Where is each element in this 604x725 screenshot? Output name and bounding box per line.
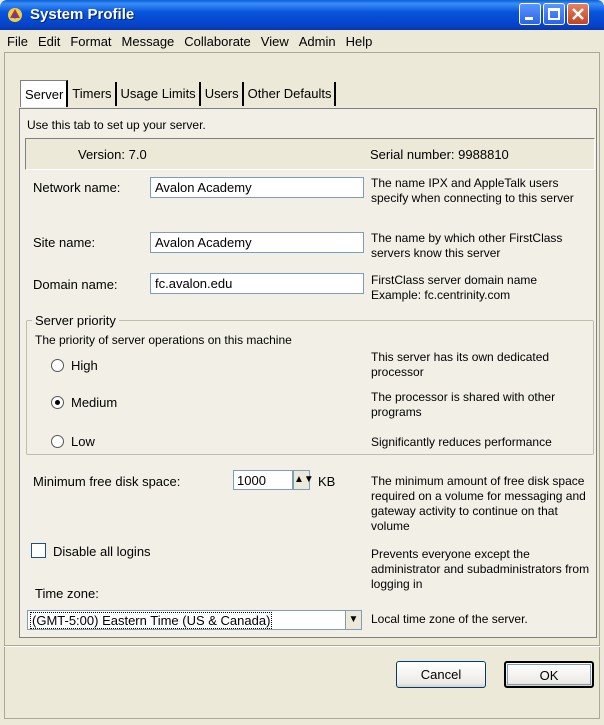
time-zone-description: Local time zone of the server. — [371, 612, 528, 626]
site-name-description: The name by which other FirstClass serve… — [371, 231, 563, 260]
tab-strip: Server Timers Usage Limits Users Other D… — [20, 80, 337, 108]
serial-info: Serial number: 9988810 — [370, 147, 509, 162]
menu-help[interactable]: Help — [341, 34, 378, 49]
chevron-down-icon[interactable]: ▼ — [345, 611, 361, 629]
close-icon — [572, 8, 584, 20]
version-value: 7.0 — [128, 147, 147, 162]
time-zone-label: Time zone: — [35, 586, 99, 601]
tab-server[interactable]: Server — [20, 80, 69, 107]
disable-logins-checkbox[interactable] — [31, 543, 46, 558]
domain-name-description: FirstClass server domain name Example: f… — [371, 273, 596, 303]
disk-space-description: The minimum amount of free disk space re… — [371, 474, 586, 533]
priority-low-label[interactable]: Low — [71, 434, 95, 449]
ok-button[interactable]: OK — [504, 661, 594, 688]
serial-value: 9988810 — [458, 147, 509, 162]
menu-message[interactable]: Message — [117, 34, 180, 49]
tab-other-defaults[interactable]: Other Defaults — [243, 82, 337, 106]
spin-arrows-icon: ▲▼ — [294, 474, 314, 485]
close-button[interactable] — [567, 3, 589, 25]
minimize-icon — [525, 17, 533, 20]
network-name-label: Network name: — [33, 180, 121, 195]
disk-space-input[interactable]: 1000 — [233, 470, 293, 490]
site-name-label: Site name: — [33, 235, 96, 250]
network-name-field[interactable]: Avalon Academy — [150, 177, 364, 198]
menu-view[interactable]: View — [256, 34, 294, 49]
tab-timers[interactable]: Timers — [68, 82, 117, 106]
app-icon — [8, 8, 22, 22]
menu-admin[interactable]: Admin — [294, 34, 341, 49]
menu-file[interactable]: File — [2, 34, 33, 49]
priority-medium-radio[interactable] — [51, 396, 64, 409]
maximize-button[interactable] — [543, 3, 565, 25]
tab-usage-limits[interactable]: Usage Limits — [116, 82, 201, 106]
cancel-button[interactable]: Cancel — [396, 661, 486, 688]
menu-collaborate[interactable]: Collaborate — [179, 34, 256, 49]
minimize-button[interactable] — [519, 3, 541, 25]
server-priority-title: Server priority — [32, 313, 119, 328]
domain-name-field[interactable]: fc.avalon.edu — [150, 273, 364, 294]
priority-medium-description: The processor is shared with other progr… — [371, 390, 556, 419]
network-name-description: The name IPX and AppleTalk users specify… — [371, 176, 574, 205]
site-name-field[interactable]: Avalon Academy — [150, 232, 364, 253]
priority-low-radio[interactable] — [51, 435, 64, 448]
menu-bar: File Edit Format Message Collaborate Vie… — [0, 30, 604, 52]
disable-logins-description: Prevents everyone except the administrat… — [371, 547, 590, 591]
priority-high-radio[interactable] — [51, 359, 64, 372]
server-priority-subtitle: The priority of server operations on thi… — [35, 333, 292, 347]
domain-name-description-line1: FirstClass server domain name — [371, 273, 538, 287]
disk-space-stepper[interactable]: ▲▼ — [293, 470, 314, 490]
divider — [4, 645, 600, 647]
tab-intro-text: Use this tab to set up your server. — [27, 118, 206, 132]
version-label: Version: — [78, 147, 125, 162]
menu-format[interactable]: Format — [65, 34, 116, 49]
window-title: System Profile — [30, 6, 135, 23]
disable-logins-label[interactable]: Disable all logins — [53, 544, 151, 559]
disk-space-label: Minimum free disk space: — [33, 474, 181, 489]
priority-high-label[interactable]: High — [71, 358, 98, 373]
menu-edit[interactable]: Edit — [33, 34, 65, 49]
disk-space-unit: KB — [318, 474, 336, 489]
tab-users[interactable]: Users — [200, 82, 244, 106]
title-bar[interactable]: System Profile — [0, 0, 604, 30]
priority-high-description: This server has its own dedicated proces… — [371, 350, 550, 379]
serial-label: Serial number: — [370, 147, 455, 162]
domain-name-label: Domain name: — [33, 277, 118, 292]
priority-low-description: Significantly reduces performance — [371, 435, 552, 449]
version-info: Version: 7.0 — [78, 147, 147, 162]
time-zone-select[interactable]: (GMT-5:00) Eastern Time (US & Canada) — [27, 610, 362, 630]
domain-name-description-line2: Example: fc.centrinity.com — [371, 288, 511, 302]
priority-medium-label[interactable]: Medium — [71, 395, 117, 410]
maximize-icon — [548, 8, 560, 20]
time-zone-value: (GMT-5:00) Eastern Time (US & Canada) — [29, 612, 273, 629]
